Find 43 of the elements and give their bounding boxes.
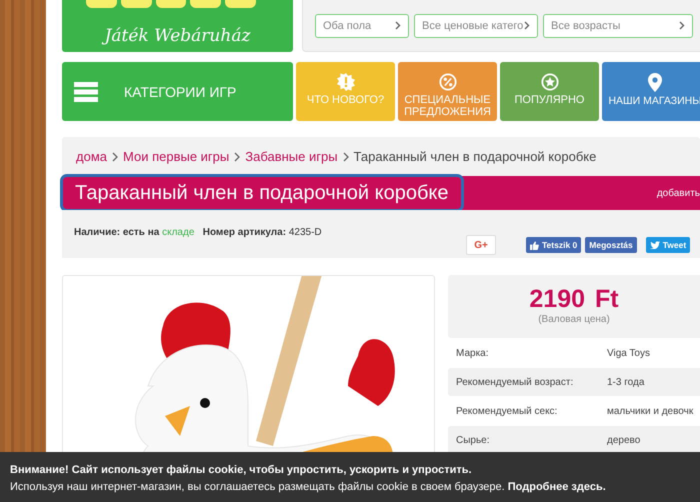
product-title: Тараканный член в подарочной коробке <box>63 177 461 209</box>
thumbs-up-icon <box>530 240 539 250</box>
menu-icon <box>74 82 98 102</box>
breadcrumb-link[interactable]: дома <box>76 149 107 164</box>
spec-label: Марка: <box>455 348 490 358</box>
google-plus-button[interactable]: G+ <box>466 235 496 255</box>
chevron-icon <box>342 152 349 162</box>
spec-value: Viga Toys <box>607 348 650 358</box>
filter-dropdown[interactable]: Оба пола <box>315 14 409 38</box>
spec-value: дерево <box>607 434 640 446</box>
bird-icon <box>650 241 660 249</box>
nav-tile[interactable]: СПЕЦИАЛЬНЫЕ ПРЕДЛОЖЕНИЯ <box>398 62 497 121</box>
filter-dropdown[interactable]: Все возрасты <box>543 14 693 38</box>
chevron-icon <box>679 21 685 30</box>
spec-label: Сырье: <box>455 434 491 446</box>
chevron-icon <box>524 21 530 30</box>
percent-icon <box>438 73 456 91</box>
nav-tile[interactable]: ПОПУЛЯРНО <box>500 62 599 121</box>
stock-link[interactable]: складе <box>162 227 194 238</box>
spec-value: мальчики и девочк <box>607 406 694 416</box>
availability-text: Наличие: есть на <box>74 227 160 238</box>
price: 2190 Ft <box>529 285 619 314</box>
spec-label: Рекомендуемый возраст: <box>455 376 574 388</box>
spec-label: Рекомендуемый секс: <box>455 406 558 416</box>
breadcrumb-current: Тараканный член в подарочной коробке <box>354 149 596 164</box>
breadcrumb-link[interactable]: Мои первые игры <box>122 149 230 164</box>
add-link[interactable]: добавить <box>656 188 700 198</box>
article-number: Номер артикула: 4235-D <box>202 227 322 238</box>
categories-menu-button[interactable]: КАТЕГОРИИ ИГР <box>62 62 293 121</box>
share-button[interactable]: Megosztás <box>585 237 637 253</box>
chevron-icon <box>395 21 401 30</box>
price-note: (Валовая цена) <box>538 314 610 325</box>
burst-icon <box>336 73 354 91</box>
chevron-icon <box>234 152 240 162</box>
chevron-icon <box>112 152 118 162</box>
filter-dropdown[interactable]: Все ценовые катего <box>414 14 538 38</box>
cookie-title: Внимание! Сайт использует файлы cookie, чтобы упростить, ускорить и упростить. <box>10 463 473 478</box>
breadcrumb-link[interactable]: Забавные игры <box>245 149 338 164</box>
tweet-button[interactable]: Tweet <box>646 237 690 253</box>
spec-value: 1-3 года <box>607 376 644 388</box>
like-button[interactable]: Tetszik 0 <box>526 237 582 253</box>
cookie-text: Используя наш интернет-магазин, вы соглашаетесь размещать файлы cookie в своем браузере. Подробнее здесь. <box>10 480 607 495</box>
logo[interactable]: Játék Webáruház <box>62 0 293 52</box>
